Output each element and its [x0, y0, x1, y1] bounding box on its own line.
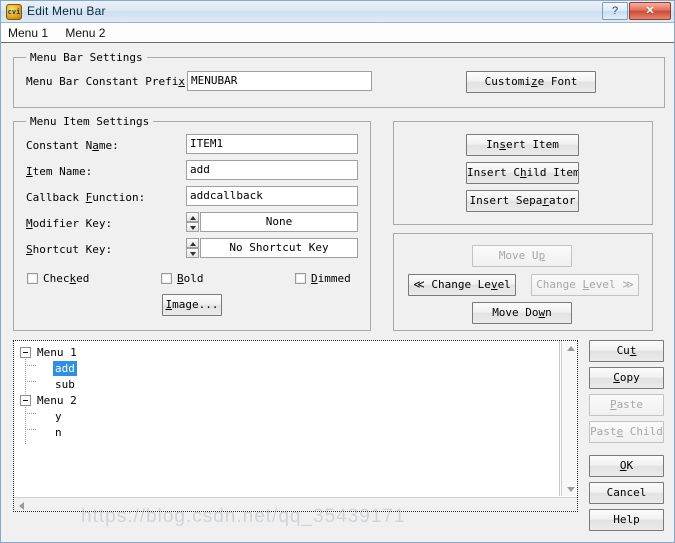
- menubar-item-menu-1[interactable]: Menu 1: [1, 23, 55, 42]
- tree-expander-collapse-icon[interactable]: [20, 347, 31, 358]
- tree-expander-collapse-icon[interactable]: [20, 395, 31, 406]
- title-bar: cvi Edit Menu Bar ? ✕: [1, 1, 674, 23]
- tree-connector: [25, 381, 37, 382]
- shortcut-key-spinner[interactable]: [186, 238, 199, 258]
- scroll-down-icon[interactable]: [567, 487, 575, 492]
- tree-connector: [25, 365, 37, 366]
- menu-bar-constant-prefix-label: Menu Bar Constant Prefix:: [26, 75, 192, 88]
- tree-item-label: Menu 1: [37, 346, 77, 359]
- ok-button[interactable]: OK: [589, 455, 664, 477]
- change-level-left-button[interactable]: ≪ Change Level: [408, 274, 516, 296]
- tree-item-label: n: [55, 426, 62, 439]
- tree-horizontal-scrollbar[interactable]: [14, 497, 577, 511]
- shortcut-key-value[interactable]: No Shortcut Key: [200, 238, 358, 258]
- insert-item-button[interactable]: Insert Item: [466, 134, 579, 156]
- modifier-key-value[interactable]: None: [200, 212, 358, 232]
- scroll-up-icon[interactable]: [567, 346, 575, 351]
- tree-connector: [25, 401, 26, 445]
- menu-item-settings-group: Menu Item Settings Constant Name: ITEM1 …: [13, 115, 371, 331]
- move-down-button[interactable]: Move Down: [472, 302, 572, 324]
- modifier-key-label: Modifier Key:: [26, 217, 113, 230]
- menu-tree[interactable]: Menu 1 add sub Menu 2 y n: [14, 341, 560, 496]
- checked-checkbox[interactable]: Checked: [27, 272, 89, 285]
- change-level-right-button[interactable]: Change Level ≫: [531, 274, 639, 296]
- shortcut-key-label: Shortcut Key:: [26, 243, 113, 256]
- move-buttons-panel: Move Up ≪ Change Level Change Level ≫ Mo…: [393, 233, 653, 331]
- tree-connector: [25, 429, 37, 430]
- bold-checkbox[interactable]: Bold: [161, 272, 204, 285]
- cut-button[interactable]: Cut: [589, 340, 664, 362]
- menu-bar-settings-title: Menu Bar Settings: [26, 51, 147, 64]
- move-up-button[interactable]: Move Up: [472, 245, 572, 267]
- dimmed-checkbox[interactable]: Dimmed: [295, 272, 351, 285]
- tree-item-label: add: [53, 361, 77, 376]
- shortcut-key-spin-down-icon[interactable]: [186, 248, 199, 258]
- help-titlebar-button[interactable]: ?: [602, 2, 628, 20]
- paste-button[interactable]: Paste: [589, 394, 664, 416]
- tree-item-label: sub: [55, 378, 75, 391]
- edit-menu-bar-window: cvi Edit Menu Bar ? ✕ Menu 1 Menu 2 Menu…: [0, 0, 675, 543]
- insert-separator-button[interactable]: Insert Separator: [466, 190, 579, 212]
- tree-connector: [25, 413, 37, 414]
- customize-font-button[interactable]: Customize Font: [466, 71, 596, 93]
- item-name-input[interactable]: add: [186, 160, 358, 180]
- tree-item-label: Menu 2: [37, 394, 77, 407]
- dimmed-checkbox-box[interactable]: [295, 273, 306, 284]
- menubar-item-menu-2[interactable]: Menu 2: [58, 23, 112, 42]
- cancel-button[interactable]: Cancel: [589, 482, 664, 504]
- tree-item-label: y: [55, 410, 62, 423]
- bold-checkbox-box[interactable]: [161, 273, 172, 284]
- constant-name-input[interactable]: ITEM1: [186, 134, 358, 154]
- menu-bar-settings-group: Menu Bar Settings Menu Bar Constant Pref…: [13, 51, 665, 108]
- help-button[interactable]: Help: [589, 509, 664, 531]
- paste-child-button[interactable]: Paste Child: [589, 421, 664, 443]
- close-icon[interactable]: ✕: [629, 2, 671, 20]
- modifier-key-spinner[interactable]: [186, 212, 199, 232]
- menu-bar: Menu 1 Menu 2: [1, 23, 674, 43]
- constant-name-label: Constant Name:: [26, 139, 119, 152]
- menu-tree-panel[interactable]: Menu 1 add sub Menu 2 y n: [13, 340, 578, 512]
- callback-function-input[interactable]: addcallback: [186, 186, 358, 206]
- checked-checkbox-box[interactable]: [27, 273, 38, 284]
- copy-button[interactable]: Copy: [589, 367, 664, 389]
- scroll-left-icon[interactable]: [19, 502, 24, 510]
- item-name-label: Item Name:: [26, 165, 93, 178]
- shortcut-key-spin-up-icon[interactable]: [186, 238, 199, 248]
- modifier-key-spin-up-icon[interactable]: [186, 212, 199, 222]
- insert-child-item-button[interactable]: Insert Child Item: [466, 162, 579, 184]
- menu-item-settings-title: Menu Item Settings: [26, 115, 154, 128]
- cvi-app-icon: cvi: [6, 4, 22, 20]
- menu-bar-constant-prefix-input[interactable]: MENUBAR: [187, 71, 372, 91]
- tree-vertical-scrollbar[interactable]: [561, 341, 577, 496]
- callback-function-label: Callback Function:: [26, 191, 146, 204]
- window-title: Edit Menu Bar: [27, 4, 106, 18]
- modifier-key-spin-down-icon[interactable]: [186, 222, 199, 232]
- image-button[interactable]: Image...: [162, 294, 222, 316]
- insert-buttons-panel: Insert Item Insert Child Item Insert Sep…: [393, 121, 653, 225]
